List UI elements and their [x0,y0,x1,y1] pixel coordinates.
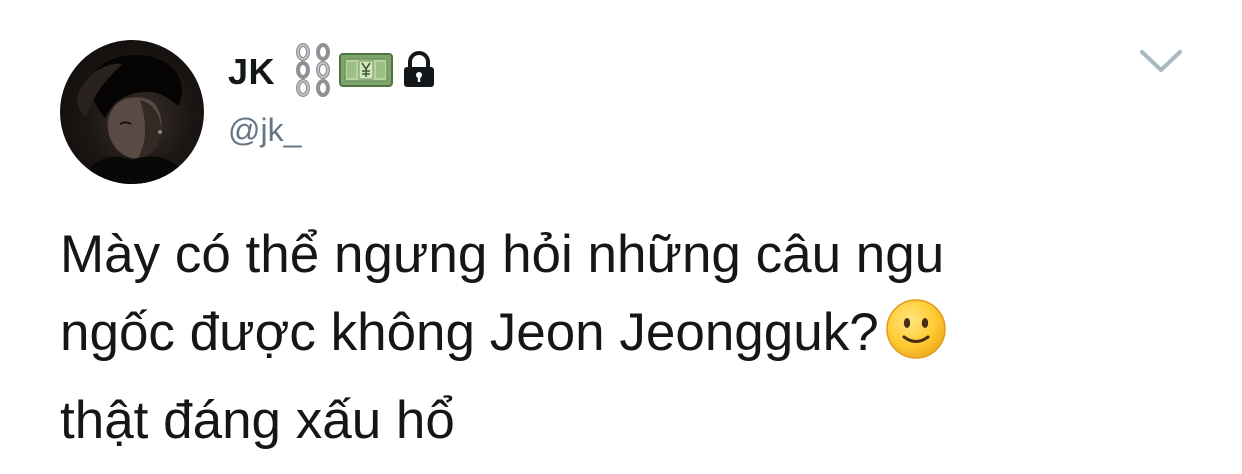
tweet-text-line-1: Mày có thể ngưng hỏi những câu ngu [60,225,945,284]
tweet-text-line-3: thật đáng xấu hổ [60,391,455,450]
tweet-text-line-2: ngốc được không Jeon Jeongguk? [60,294,1190,382]
tweet-header: JK @jk_ [228,42,439,149]
chevron-down-icon [1140,50,1182,72]
display-name[interactable]: JK [228,51,275,93]
more-options-button[interactable] [1138,46,1184,76]
money-icon [339,50,394,95]
name-emojis [293,42,439,102]
name-row: JK [228,42,439,102]
chain-icon [293,42,333,102]
lock-icon [399,50,439,95]
user-handle[interactable]: @jk_ [228,112,439,149]
tweet-card: JK @jk_ Mày có thể ngưng hỏi những câu n… [0,0,1242,474]
tweet-text: Mày có thể ngưng hỏi những câu ngu ngốc … [60,216,1190,460]
avatar[interactable] [60,40,204,184]
slightly-smiling-face-icon [885,298,947,382]
